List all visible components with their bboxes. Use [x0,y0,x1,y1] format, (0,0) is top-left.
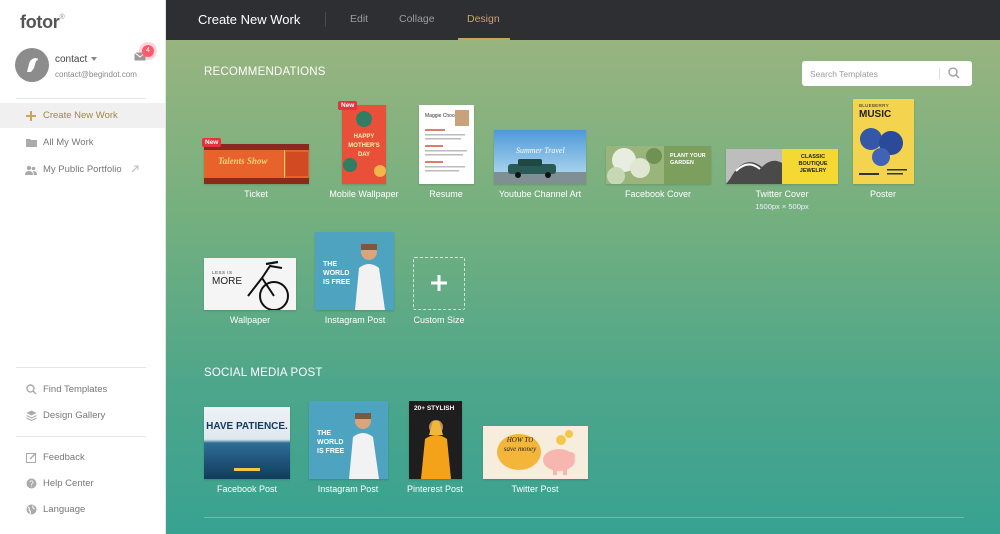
plus-icon [431,275,447,291]
user-email: contact@begindot.com [55,70,137,79]
template-label: Twitter Cover [755,189,809,199]
template-label: Youtube Channel Art [498,189,582,199]
youtube-thumb-text: Summer Travel [516,146,565,155]
search-input[interactable] [810,66,935,81]
page-title: Create New Work [198,12,301,27]
twitter-post-thumb-text: HOW TO save money [503,436,537,453]
sidebar-item-label: My Public Portfolio [43,164,122,175]
template-label: Facebook Post [216,484,278,494]
fotor-logo[interactable]: fotor® [20,12,65,33]
template-label: Ticket [244,189,268,199]
instagram-post-thumbnail: THE WORLD IS FREE [315,232,394,310]
edit-icon [25,452,37,464]
pinterest-post-thumbnail: 20+ STYLISH [409,401,462,479]
facebook-cover-thumb-text: PLANT YOUR GARDEN [670,153,706,166]
tab-edit[interactable]: Edit [350,13,368,25]
resume-thumbnail: Maggie Choo [419,105,474,184]
ticket-thumbnail: Talents Show [204,144,309,184]
ticket-thumb-text: Talents Show [218,156,268,166]
sidebar-item-label: All My Work [43,137,94,148]
divider [16,98,146,99]
template-label: Resume [429,189,463,199]
template-label: Pinterest Post [406,484,464,494]
facebook-post-thumbnail: HAVE PATIENCE. [204,407,290,479]
twitter-cover-thumb-text: CLASSIC BOUTIQUE JEWELRY [798,154,828,174]
template-label: Poster [869,189,897,199]
sidebar-item-label: Design Gallery [43,410,106,421]
facebook-cover-thumbnail: PLANT YOUR GARDEN [606,146,711,184]
template-label: Instagram Post [317,484,379,494]
wallpaper-thumb-text: MORE [212,276,242,287]
avatar[interactable] [15,48,49,82]
top-bar: Create New Work Edit Collage Design [166,0,1000,40]
template-label: Wallpaper [229,315,271,325]
chevron-down-icon [91,57,98,62]
sidebar-item-find-templates[interactable]: Find Templates [0,377,165,402]
divider [939,68,940,79]
custom-size-box [413,257,465,310]
template-label: Custom Size [413,315,465,325]
template-dimensions: 1500px × 500px [755,202,809,211]
youtube-channel-art-thumbnail: Summer Travel [494,130,586,184]
instagram-thumb-text: THE WORLD IS FREE [317,430,345,455]
sidebar-item-my-public-portfolio[interactable]: My Public Portfolio [0,157,165,182]
sidebar-item-label: Feedback [43,452,85,463]
divider [325,12,326,27]
sidebar-item-all-my-work[interactable]: All My Work [0,130,165,155]
sidebar-item-feedback[interactable]: Feedback [0,445,165,470]
section-title-social-media-post: SOCIAL MEDIA POST [204,367,323,379]
sidebar-item-label: Help Center [43,478,94,489]
search-icon[interactable] [948,67,960,79]
people-icon [25,164,37,176]
search-icon [25,384,37,396]
folder-icon [25,137,37,149]
user-menu[interactable]: contact [55,54,98,65]
globe-icon [25,504,37,516]
divider [204,517,964,518]
resume-thumb-text: Maggie Choo [425,113,455,119]
twitter-cover-thumbnail: CLASSIC BOUTIQUE JEWELRY [726,149,838,184]
sidebar-item-label: Language [43,504,86,515]
tab-collage[interactable]: Collage [399,13,435,25]
facebook-post-thumb-text: HAVE PATIENCE. [206,421,288,432]
divider [16,436,146,437]
section-title-recommendations: RECOMMENDATIONS [204,66,326,78]
template-label: Instagram Post [324,315,386,325]
template-label: Mobile Wallpaper [329,189,399,199]
sidebar-item-label: Find Templates [43,384,108,395]
notification-badge[interactable]: 4 [142,45,154,57]
wallpaper-thumbnail: LESS IS MORE [204,258,296,310]
template-label: Twitter Post [511,484,559,494]
poster-thumb-text: MUSIC [859,109,892,120]
sidebar-item-label: Create New Work [43,110,118,121]
mobile-wallpaper-thumb-text: HAPPY MOTHER'S DAY [348,134,380,158]
new-badge: New [338,101,358,110]
pinterest-thumb-text: 20+ STYLISH [414,405,455,412]
tab-design[interactable]: Design [467,13,500,25]
instagram-post-thumbnail: THE WORLD IS FREE [309,401,388,479]
external-link-icon[interactable] [130,164,140,174]
plus-icon [25,110,37,122]
new-badge: New [202,138,222,147]
sidebar-item-language[interactable]: Language [0,497,165,522]
sidebar-item-create-new-work[interactable]: Create New Work [0,103,165,128]
poster-thumbnail: BLUEBERRY MUSIC [853,99,914,184]
instagram-thumb-text: THE WORLD IS FREE [323,261,351,286]
mobile-wallpaper-thumbnail: HAPPY MOTHER'S DAY [342,105,386,184]
poster-thumb-subtext: BLUEBERRY [859,103,889,108]
template-label: Facebook Cover [624,189,692,199]
sidebar-item-help-center[interactable]: ? Help Center [0,471,165,496]
search-box [802,61,972,86]
svg-text:?: ? [29,479,34,488]
divider [16,367,146,368]
help-icon: ? [25,478,37,490]
wallpaper-thumb-subtext: LESS IS [212,270,233,275]
sidebar-item-design-gallery[interactable]: Design Gallery [0,403,165,428]
twitter-post-thumbnail: HOW TO save money [483,426,588,479]
sidebar: fotor® contact contact@begindot.com 4 Cr… [0,0,166,534]
main-content: RECOMMENDATIONS Talents Show New Ticket … [166,40,1000,534]
layers-icon [25,410,37,422]
